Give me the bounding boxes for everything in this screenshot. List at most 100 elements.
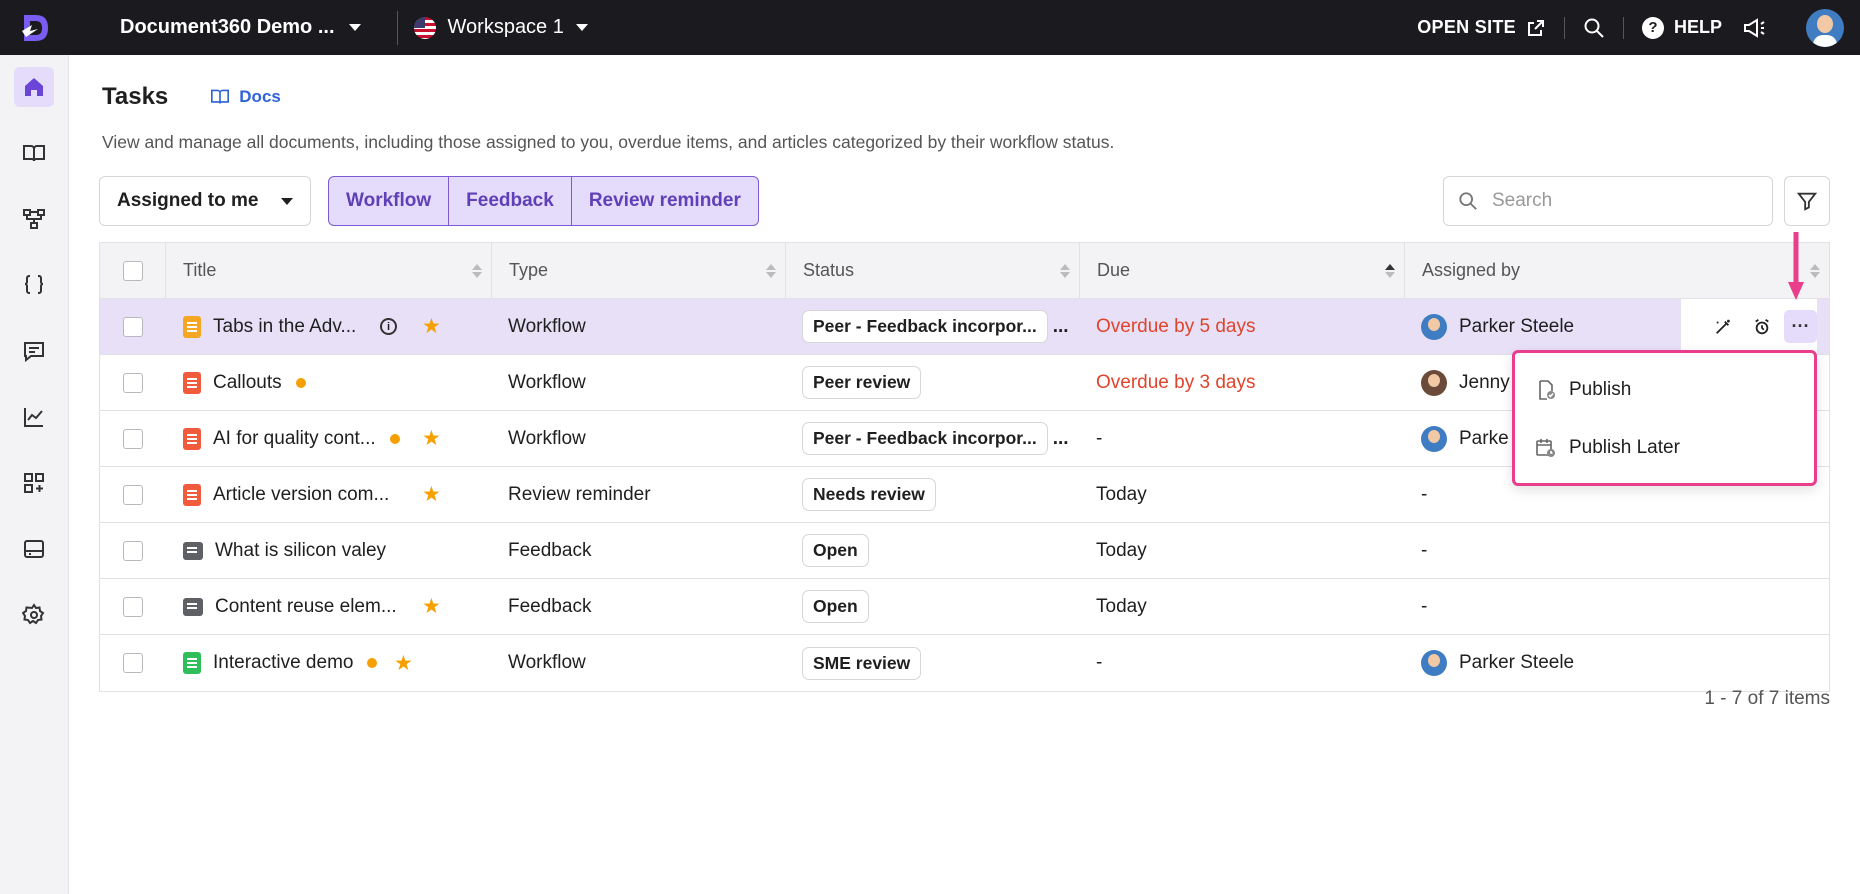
workspace-selector[interactable]: Workspace 1 (413, 16, 588, 39)
filter-button[interactable] (1784, 176, 1830, 226)
column-due[interactable]: Due (1080, 243, 1405, 298)
article-title-link[interactable]: Callouts (213, 372, 282, 394)
sort-icon (472, 264, 482, 278)
sort-icon (766, 264, 776, 278)
type-filter-segment: Workflow Feedback Review reminder (328, 176, 759, 226)
due-cell: - (1096, 652, 1103, 673)
help-label: HELP (1673, 17, 1722, 37)
menu-item-publish-later[interactable]: Publish Later (1515, 433, 1814, 463)
segment-feedback[interactable]: Feedback (449, 177, 572, 225)
row-checkbox[interactable] (123, 372, 143, 393)
select-all-cell (100, 243, 166, 298)
due-cell: Overdue by 3 days (1096, 371, 1256, 393)
book-icon[interactable] (14, 133, 54, 173)
star-icon[interactable]: ★ (422, 314, 441, 339)
help-button[interactable]: ? HELP (1641, 16, 1722, 39)
column-status-label: Status (803, 260, 855, 280)
table-header: Title Type Status Due Assigned by (100, 243, 1829, 299)
project-name: Document360 Demo ... (120, 16, 335, 38)
row-checkbox[interactable] (123, 316, 143, 337)
us-flag-icon (413, 16, 436, 39)
feedback-icon (183, 597, 203, 616)
type-cell: Workflow (508, 371, 586, 393)
row-checkbox[interactable] (123, 428, 143, 449)
column-type-label: Type (509, 260, 549, 280)
status-badge: Open (802, 590, 869, 623)
status-more[interactable]: ... (1053, 316, 1069, 338)
project-selector[interactable]: Document360 Demo ... (120, 16, 361, 39)
apps-icon[interactable] (14, 463, 54, 503)
segment-workflow[interactable]: Workflow (329, 177, 450, 225)
article-title-link[interactable]: Article version com... (213, 484, 389, 506)
settings-icon[interactable] (14, 595, 54, 635)
article-title-link[interactable]: Tabs in the Adv... (213, 316, 356, 338)
star-icon[interactable]: ★ (422, 482, 441, 507)
assigned-by-name: Parke (1459, 427, 1509, 449)
type-cell: Workflow (508, 315, 586, 337)
code-braces-icon[interactable] (14, 265, 54, 305)
home-icon[interactable] (14, 67, 54, 107)
article-title-link[interactable]: Interactive demo (213, 652, 353, 674)
magic-wand-icon[interactable] (1706, 310, 1739, 343)
search-input[interactable]: Search (1443, 176, 1773, 226)
divider (1622, 16, 1624, 39)
star-icon[interactable]: ★ (394, 651, 413, 676)
docs-label: Docs (239, 87, 281, 106)
due-cell: Today (1096, 595, 1147, 617)
table-row[interactable]: Interactive demo ★ Workflow SME review -… (100, 635, 1829, 691)
due-cell: Overdue by 5 days (1096, 315, 1256, 337)
star-icon[interactable]: ★ (422, 426, 441, 451)
analytics-icon[interactable] (14, 397, 54, 437)
star-icon[interactable]: ★ (422, 594, 441, 619)
info-icon[interactable]: i (380, 318, 397, 335)
divider (1563, 16, 1565, 39)
table-row[interactable]: Tabs in the Adv... i ★ Workflow Peer - F… (100, 299, 1829, 355)
row-checkbox[interactable] (123, 540, 143, 561)
article-icon (183, 652, 201, 674)
table-row[interactable]: Content reuse elem... ★ Feedback Open To… (100, 579, 1829, 635)
select-all-checkbox[interactable] (122, 260, 143, 281)
column-type[interactable]: Type (492, 243, 786, 298)
status-more[interactable]: ... (1053, 428, 1069, 450)
megaphone-icon[interactable] (1742, 17, 1766, 39)
open-site-link[interactable]: OPEN SITE (1417, 17, 1546, 38)
assigned-by-name: Parker Steele (1459, 315, 1575, 337)
article-title-link[interactable]: What is silicon valey (215, 540, 386, 562)
status-badge: Peer - Feedback incorpor... (802, 422, 1048, 455)
unread-dot-icon (367, 658, 378, 668)
more-options-button[interactable]: ··· (1784, 310, 1817, 343)
alarm-clock-icon[interactable] (1745, 310, 1778, 343)
assigned-by-name: Parker Steele (1459, 652, 1575, 673)
widget-icon[interactable] (14, 529, 54, 569)
column-title[interactable]: Title (166, 243, 492, 298)
menu-item-publish[interactable]: Publish (1515, 375, 1814, 405)
row-checkbox[interactable] (123, 484, 143, 505)
article-title-link[interactable]: AI for quality cont... (213, 428, 376, 450)
article-title-link[interactable]: Content reuse elem... (215, 596, 397, 618)
search-icon[interactable] (1583, 17, 1605, 39)
hierarchy-icon[interactable] (14, 199, 54, 239)
column-assigned-by[interactable]: Assigned by (1405, 243, 1829, 298)
docs-link[interactable]: Docs (210, 87, 281, 107)
segment-review-reminder[interactable]: Review reminder (572, 177, 758, 225)
type-cell: Review reminder (508, 483, 651, 505)
feedback-icon[interactable] (14, 331, 54, 371)
chevron-down-icon (348, 24, 361, 31)
assigned-filter-dropdown[interactable]: Assigned to me (99, 176, 311, 226)
user-avatar[interactable] (1806, 8, 1844, 47)
top-bar: Document360 Demo ... Workspace 1 OPEN SI… (0, 0, 1860, 55)
avatar (1421, 369, 1447, 396)
due-cell: - (1096, 427, 1103, 449)
row-checkbox[interactable] (123, 596, 143, 617)
row-checkbox[interactable] (123, 653, 143, 673)
menu-item-label: Publish (1569, 379, 1632, 400)
table-row[interactable]: What is silicon valey Feedback Open Toda… (100, 523, 1829, 579)
status-badge: Open (802, 534, 869, 567)
divider (396, 10, 398, 45)
column-status[interactable]: Status (786, 243, 1080, 298)
document360-logo[interactable] (0, 0, 70, 55)
assigned-filter-label: Assigned to me (117, 190, 259, 211)
due-cell: Today (1096, 483, 1147, 505)
feedback-icon (183, 541, 203, 560)
status-badge: Peer - Feedback incorpor... (802, 310, 1048, 343)
